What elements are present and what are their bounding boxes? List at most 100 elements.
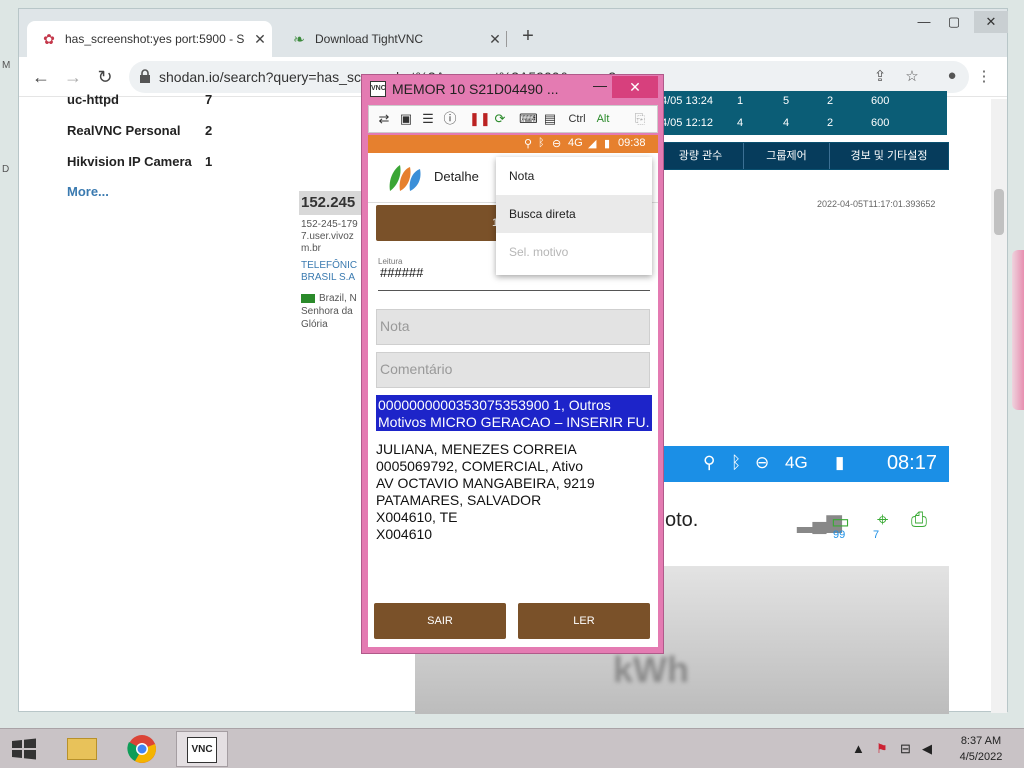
clock-time: 8:37 AM	[960, 735, 1002, 747]
result-location: Brazil, N	[301, 293, 357, 304]
network-label: 4G	[785, 453, 808, 472]
tab-shodan[interactable]: ✿ has_screenshot:yes port:5900 - S ✕	[27, 21, 272, 57]
table-cell: 4/05 12:12	[661, 117, 713, 129]
facet-count: 7	[205, 92, 213, 107]
new-tab-button[interactable]: +	[517, 25, 539, 47]
android-statusbar: ⚲ ᛒ ⊖ 4G ◢ ▮ 09:38	[368, 135, 658, 153]
app-logo-icon	[389, 165, 421, 191]
tightvnc-leaf-icon: ❧	[293, 30, 305, 47]
share-icon[interactable]: ⇪	[869, 67, 891, 85]
close-window-button[interactable]: ✕	[974, 11, 1008, 33]
windows-start-icon[interactable]	[8, 735, 40, 763]
result-org-link[interactable]: BRASIL S.A	[301, 272, 355, 283]
result-timestamp: 2022-04-05T11:17:01.393652	[817, 199, 936, 209]
table-cell: 1	[737, 95, 744, 107]
selected-motive[interactable]: 0000000000353075353900 1, Outros Motivos…	[376, 395, 652, 431]
taskbar: VNC ▲ ⚑ ⊟ ◀ 8:37 AM 4/5/2022	[0, 728, 1024, 768]
action-center-icon[interactable]: ⚑	[876, 741, 888, 757]
chrome-icon[interactable]	[116, 731, 168, 767]
vnc-titlebar[interactable]: VNC MEMOR 10 S21D04490 ... — ✕	[362, 75, 663, 103]
overflow-menu: Nota Busca direta Sel. motivo	[496, 157, 652, 275]
sair-button[interactable]: SAIR	[374, 603, 506, 639]
menu-kebab-icon[interactable]: ⋮	[973, 67, 995, 85]
forward-button[interactable]: →	[61, 65, 85, 89]
info-icon[interactable]: ⓘ	[441, 110, 459, 128]
vnc-toolbar: ⇄ ▣ ☰ ⓘ ❚❚ ⟳ ⌨ ▤ Ctrl Alt ⎘	[368, 105, 658, 133]
tab-light-irrigation[interactable]: 광량 관수	[658, 143, 744, 169]
table-cell: 5	[783, 95, 790, 107]
nota-field[interactable]: Nota	[376, 309, 650, 345]
vnc-viewer-icon[interactable]: VNC	[176, 731, 228, 767]
printer-icon: ⎙	[911, 509, 927, 531]
alt-key-button[interactable]: Alt	[593, 110, 613, 128]
bluetooth-icon: ᛒ	[731, 453, 742, 472]
bookmark-star-icon[interactable]: ☆	[901, 67, 923, 85]
back-button[interactable]: ←	[29, 65, 53, 89]
menu-item-sel-motivo: Sel. motivo	[509, 245, 569, 259]
tab-alarm-settings[interactable]: 경보 및 기타설정	[830, 143, 948, 169]
info-line: AV OCTAVIO MANGABEIRA, 9219	[376, 475, 595, 491]
result-hostname: m.br	[301, 243, 321, 254]
vnc-title: MEMOR 10 S21D04490 ...	[392, 81, 559, 97]
page-scrollbar[interactable]	[991, 99, 1007, 713]
facet-name[interactable]: uc-httpd	[67, 92, 119, 107]
selected-motive-line: 0000000000353075353900 1, Outros	[378, 397, 611, 413]
ctrl-key-button[interactable]: Ctrl	[565, 110, 589, 128]
comentario-field[interactable]: Comentário	[376, 352, 650, 388]
lock-icon	[140, 69, 150, 83]
background-kwh-label: kWh	[613, 649, 689, 690]
facet-name[interactable]: Hikvision IP Camera	[67, 154, 192, 169]
clock-date: 4/5/2022	[959, 751, 1003, 763]
table-row: 4/05 12:12 4 4 2 600	[657, 113, 947, 135]
close-tab-icon[interactable]: ✕	[483, 31, 507, 48]
result-hostname: 152-245-179	[301, 219, 358, 230]
close-tab-icon[interactable]: ✕	[248, 31, 272, 48]
reload-button[interactable]: ↻	[93, 65, 117, 89]
info-line: X004610, TE	[376, 509, 458, 525]
maximize-button[interactable]: ▢	[939, 11, 969, 33]
ler-button[interactable]: LER	[518, 603, 650, 639]
location-icon: ⚲	[524, 138, 533, 150]
minimize-button[interactable]: —	[909, 11, 939, 33]
menu-item-busca-direta[interactable]: Busca direta	[496, 195, 652, 233]
facet-count: 1	[205, 154, 213, 169]
more-facets-link[interactable]: More...	[67, 184, 109, 199]
show-hidden-icons[interactable]: ▲	[852, 741, 865, 756]
pause-icon[interactable]: ❚❚	[469, 110, 491, 128]
taskbar-clock[interactable]: 8:37 AM 4/5/2022	[948, 733, 1014, 765]
options-icon[interactable]: ☰	[419, 110, 437, 128]
volume-icon[interactable]: ◀	[922, 741, 932, 757]
table-cell: 600	[871, 117, 890, 129]
tab-label: Download TightVNC	[315, 32, 424, 46]
shodan-icon: ✿	[43, 30, 55, 47]
table-cell: 4	[783, 117, 790, 129]
tab-tightvnc[interactable]: ❧ Download TightVNC ✕	[277, 21, 507, 57]
brazil-flag-icon	[301, 293, 315, 303]
file-explorer-icon[interactable]	[56, 731, 108, 767]
network-icon[interactable]: ⊟	[900, 741, 911, 757]
minimize-button[interactable]: —	[590, 77, 610, 93]
result-org-link[interactable]: TELEFÔNIC	[301, 260, 357, 271]
tab-separator	[506, 31, 507, 47]
close-window-button[interactable]: ✕	[612, 76, 658, 98]
tab-group-control[interactable]: 그룹제어	[744, 143, 830, 169]
android-screen: ⚲ ᛒ ⊖ 4G ◢ ▮ 09:38 Detalhe 1216411 Leitu…	[368, 135, 658, 647]
clipboard-icon[interactable]: ⎘	[631, 110, 649, 128]
result-ip[interactable]: 152.245	[299, 191, 369, 215]
table-row: 4/05 13:24 1 5 2 600	[657, 91, 947, 113]
save-icon[interactable]: ▣	[397, 110, 415, 128]
refresh-icon[interactable]: ⟳	[491, 110, 509, 128]
vnc-viewer-window: VNC MEMOR 10 S21D04490 ... — ✕ ⇄ ▣ ☰ ⓘ ❚…	[361, 74, 664, 654]
page-title: Detalhe	[434, 169, 479, 184]
facet-name[interactable]: RealVNC Personal	[67, 123, 180, 138]
profile-icon[interactable]: ●	[941, 67, 963, 84]
android-time: 09:38	[618, 137, 646, 149]
ctrl-alt-del-icon[interactable]: ⌨	[519, 110, 538, 128]
menu-item-nota[interactable]: Nota	[496, 157, 652, 195]
send-keys-icon[interactable]: ▤	[541, 110, 559, 128]
scroll-thumb[interactable]	[994, 189, 1004, 235]
desktop-window-edge	[1012, 250, 1024, 410]
info-line: PATAMARES, SALVADOR	[376, 492, 542, 508]
background-time: 08:17	[886, 452, 937, 474]
new-connection-icon[interactable]: ⇄	[375, 110, 393, 128]
